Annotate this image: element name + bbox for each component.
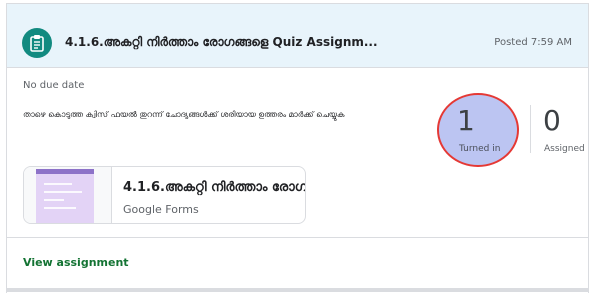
form-thumbnail-icon xyxy=(24,167,112,223)
turned-in-count[interactable]: 1 xyxy=(457,107,475,135)
assignment-card: 4.1.6.അകറ്റി നിർത്താം രോഗങ്ങളെ Quiz Assi… xyxy=(6,3,589,293)
card-bottom-border xyxy=(7,288,588,292)
view-assignment-link[interactable]: View assignment xyxy=(23,256,129,269)
assigned-label[interactable]: Assigned xyxy=(544,144,585,154)
form-preview-line xyxy=(44,183,72,185)
assigned-count[interactable]: 0 xyxy=(543,107,561,135)
turned-in-stat[interactable] xyxy=(440,92,528,167)
form-preview-line xyxy=(44,199,64,201)
assignment-header[interactable]: 4.1.6.അകറ്റി നിർത്താം രോഗങ്ങളെ Quiz Assi… xyxy=(7,4,588,68)
assignment-instructions: താഴെ കൊടുത്ത ക്വിസ് ഫയൽ തുറന്ന് ചോദ്യങ്ങ… xyxy=(23,110,345,119)
due-date: No due date xyxy=(23,80,85,91)
attachment-source: Google Forms xyxy=(123,203,199,216)
form-preview-line xyxy=(44,191,82,193)
attachment-title[interactable]: 4.1.6.അകറ്റി നിർത്താം രോഗ... xyxy=(123,180,305,195)
form-preview-line xyxy=(44,207,76,209)
google-forms-attachment[interactable]: 4.1.6.അകറ്റി നിർത്താം രോഗ... Google Form… xyxy=(23,166,306,224)
clipboard-icon xyxy=(30,35,44,52)
assignment-icon xyxy=(22,28,52,58)
assignment-title[interactable]: 4.1.6.അകറ്റി നിർത്താം രോഗങ്ങളെ Quiz Assi… xyxy=(65,35,378,50)
footer-divider xyxy=(7,237,588,238)
form-preview-page xyxy=(36,169,94,223)
turned-in-label[interactable]: Turned in xyxy=(459,144,500,154)
posted-time: Posted 7:59 AM xyxy=(494,37,572,48)
